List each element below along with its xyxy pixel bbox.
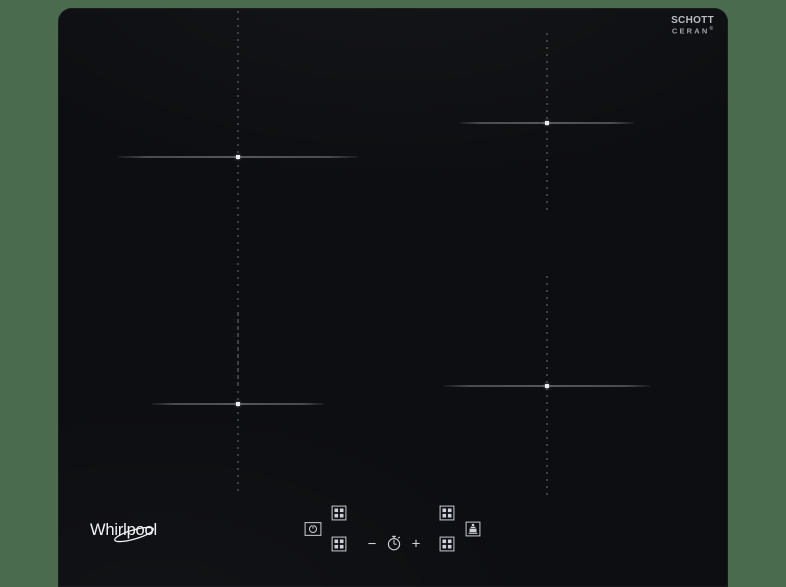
cook-assist-button[interactable]	[465, 521, 481, 537]
cooktop-surface: SCHOTT CERAN® Whirlpool − +	[58, 8, 728, 587]
power-icon	[309, 524, 317, 533]
minus-icon: −	[367, 535, 377, 553]
plus-icon: +	[411, 535, 421, 553]
ceran-wordmark: CERAN®	[671, 25, 714, 35]
increase-button[interactable]: +	[412, 537, 421, 552]
zone-grid-icon	[331, 505, 347, 521]
schott-wordmark: SCHOTT	[671, 15, 714, 26]
control-panel: Whirlpool − +	[58, 497, 728, 587]
zone-select-front-right[interactable]	[439, 536, 455, 552]
svg-text:Whirlpool: Whirlpool	[90, 521, 157, 539]
cooking-zone-rear-left[interactable]	[152, 314, 324, 494]
cooking-zone-front-right[interactable]	[444, 276, 650, 496]
zone-grid-icon	[439, 536, 455, 552]
zone-center-point	[236, 155, 240, 159]
power-button[interactable]	[304, 522, 322, 536]
zone-center-point	[236, 402, 240, 406]
decrease-button[interactable]: −	[368, 537, 377, 552]
timer-button[interactable]	[387, 535, 402, 551]
zone-grid-icon	[331, 536, 347, 552]
zone-grid-icon	[439, 505, 455, 521]
zone-select-front-left[interactable]	[331, 536, 347, 552]
stopwatch-icon	[387, 535, 401, 551]
pan-icon	[465, 521, 481, 537]
registered-mark: ®	[709, 25, 714, 32]
cooking-zone-rear-right[interactable]	[460, 33, 634, 213]
zone-center-point	[545, 121, 549, 125]
schott-ceran-logo: SCHOTT CERAN®	[671, 15, 714, 35]
zone-center-point	[545, 384, 549, 388]
whirlpool-logo: Whirlpool	[90, 516, 182, 548]
zone-select-rear-right[interactable]	[439, 505, 455, 521]
zone-select-rear-left[interactable]	[331, 505, 347, 521]
